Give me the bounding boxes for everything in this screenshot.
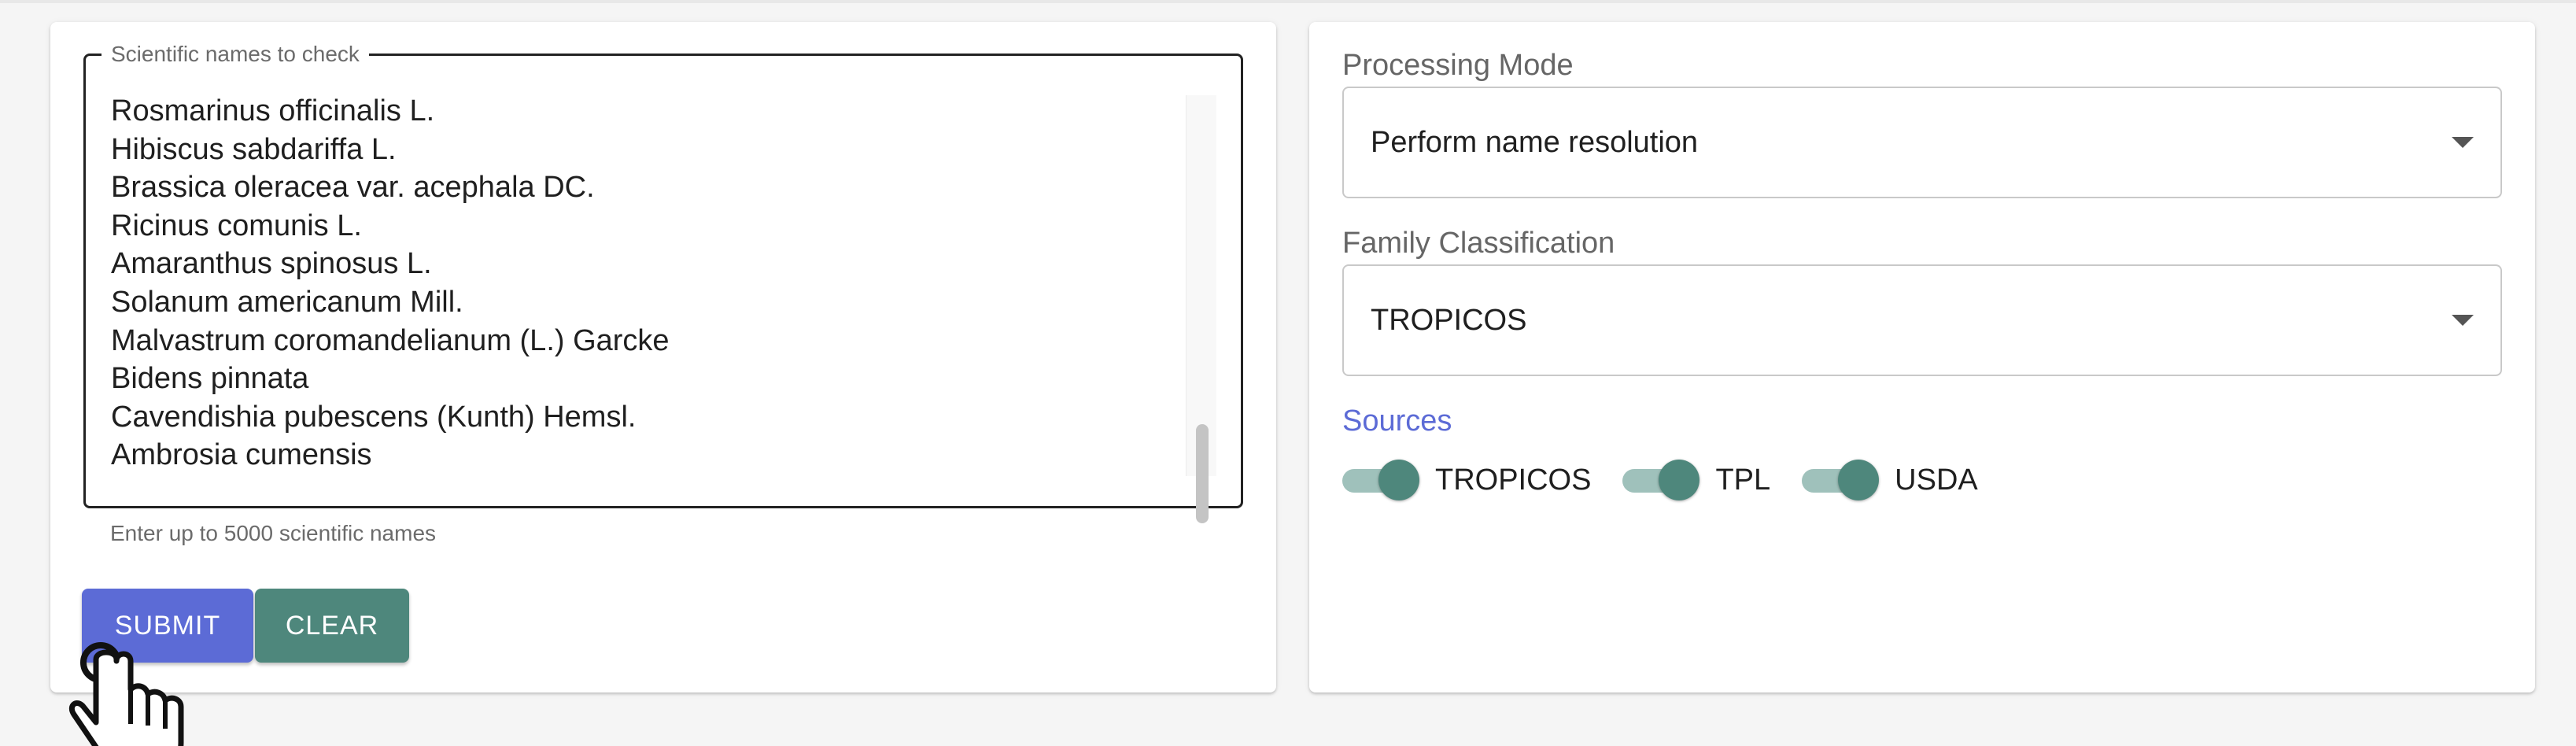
pointer-hand-icon bbox=[68, 642, 184, 746]
toggle-label: TROPICOS bbox=[1435, 463, 1592, 497]
toggle-label: USDA bbox=[1895, 463, 1978, 497]
name-line: Ambrosia cumensis bbox=[111, 438, 372, 472]
scientific-names-textarea[interactable]: Scientific names to check Rosmarinus off… bbox=[83, 42, 1243, 523]
family-classification-select[interactable]: TROPICOS bbox=[1342, 264, 2502, 376]
name-line: Hibiscus sabdariffa L. bbox=[111, 132, 397, 166]
helper-text: Enter up to 5000 scientific names bbox=[110, 521, 437, 545]
name-line: Cavendishia pubescens (Kunth) Hemsl. bbox=[111, 400, 637, 434]
scrollbar-thumb[interactable] bbox=[1196, 424, 1209, 523]
processing-mode-value: Perform name resolution bbox=[1371, 125, 1699, 159]
name-line: Amaranthus spinosus L. bbox=[111, 247, 432, 281]
name-line: Ricinus comunis L. bbox=[111, 209, 362, 242]
processing-mode-select[interactable]: Perform name resolution bbox=[1342, 87, 2502, 198]
name-line: Bidens pinnata bbox=[111, 362, 309, 396]
chevron-down-icon bbox=[2452, 315, 2474, 326]
toggle-switch[interactable] bbox=[1802, 458, 1880, 502]
textarea-scrollbar[interactable] bbox=[1186, 95, 1216, 523]
processing-mode-label: Processing Mode bbox=[1342, 49, 1574, 82]
options-card: Processing Mode Perform name resolution … bbox=[1309, 22, 2535, 692]
toggle-knob bbox=[1838, 460, 1880, 500]
source-toggle-tpl[interactable]: TPL bbox=[1622, 458, 1770, 502]
toggle-knob bbox=[1378, 460, 1419, 500]
toggle-switch[interactable] bbox=[1342, 458, 1419, 502]
chevron-down-icon bbox=[2452, 137, 2474, 148]
toggle-label: TPL bbox=[1715, 463, 1771, 497]
textarea-legend: Scientific names to check bbox=[101, 42, 369, 67]
name-line: Solanum americanum Mill. bbox=[111, 285, 463, 319]
name-line: Brassica oleracea var. acephala DC. bbox=[111, 171, 595, 205]
family-classification-value: TROPICOS bbox=[1371, 303, 1527, 337]
names-input-card: Scientific names to check Rosmarinus off… bbox=[50, 22, 1276, 746]
toggle-knob bbox=[1659, 460, 1700, 500]
family-classification-label: Family Classification bbox=[1342, 227, 1615, 260]
sources-label: Sources bbox=[1342, 404, 1452, 438]
sources-toggle-group: TROPICOS TPL USDA bbox=[1342, 458, 2010, 502]
source-toggle-tropicos[interactable]: TROPICOS bbox=[1342, 458, 1591, 502]
clear-button[interactable]: CLEAR bbox=[255, 589, 409, 663]
source-toggle-usda[interactable]: USDA bbox=[1802, 458, 1978, 502]
top-divider bbox=[0, 0, 2576, 3]
toggle-switch[interactable] bbox=[1622, 458, 1700, 502]
names-list: Rosmarinus officinalis L. Hibiscus sabda… bbox=[111, 92, 1134, 475]
name-line: Rosmarinus officinalis L. bbox=[111, 94, 435, 127]
name-line: Malvastrum coromandelianum (L.) Garcke bbox=[111, 323, 670, 357]
